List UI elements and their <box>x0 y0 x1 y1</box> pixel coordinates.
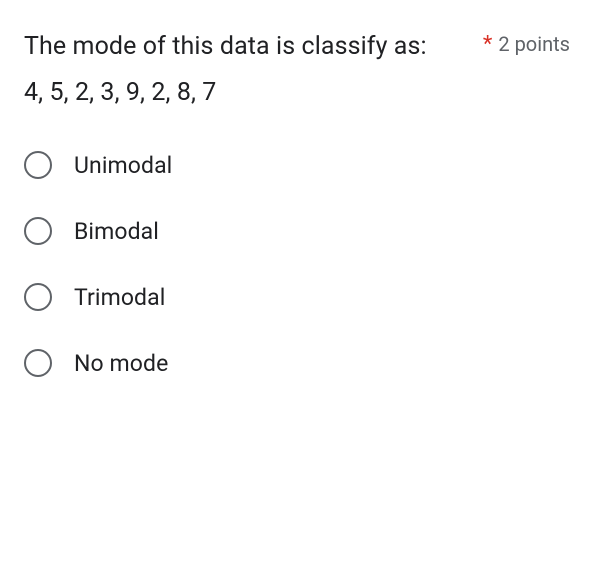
radio-icon[interactable] <box>24 151 52 179</box>
question-header: The mode of this data is classify as: * … <box>24 28 570 66</box>
question-title: The mode of this data is classify as: <box>24 28 467 66</box>
radio-icon[interactable] <box>24 349 52 377</box>
option-bimodal[interactable]: Bimodal <box>24 217 570 245</box>
radio-icon[interactable] <box>24 283 52 311</box>
required-asterisk-icon: * <box>483 32 492 57</box>
option-unimodal[interactable]: Unimodal <box>24 151 570 179</box>
question-data-line: 4, 5, 2, 3, 9, 2, 8, 7 <box>24 74 570 112</box>
option-label: Trimodal <box>74 284 165 311</box>
option-label: No mode <box>74 350 168 377</box>
points-label: 2 points <box>498 32 570 56</box>
options-group: Unimodal Bimodal Trimodal No mode <box>24 151 570 377</box>
option-label: Unimodal <box>74 152 172 179</box>
option-no-mode[interactable]: No mode <box>24 349 570 377</box>
option-trimodal[interactable]: Trimodal <box>24 283 570 311</box>
radio-icon[interactable] <box>24 217 52 245</box>
points-wrapper: * 2 points <box>483 32 570 57</box>
option-label: Bimodal <box>74 218 159 245</box>
